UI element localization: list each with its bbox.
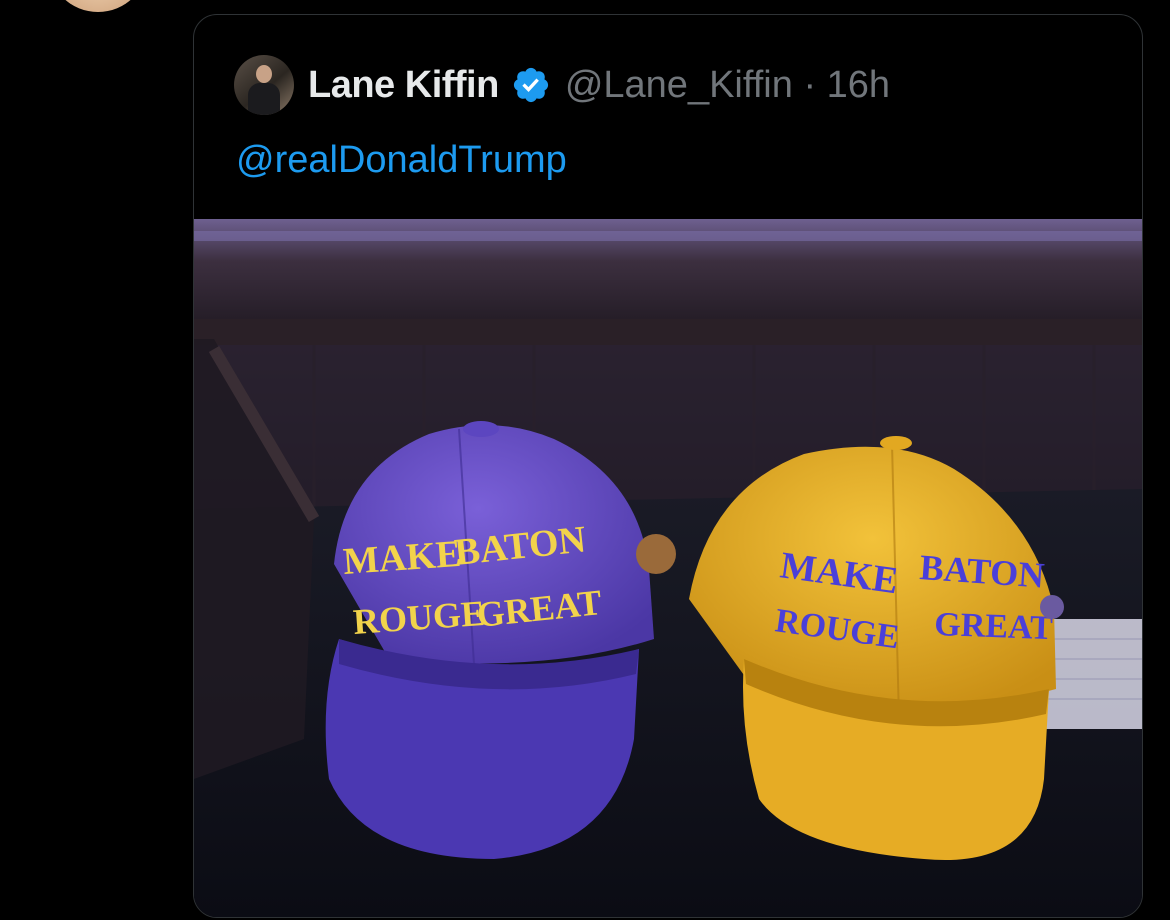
photo-two-caps: MAKE BATON ROUGE GREAT MAKE BATON ROUGE … (194, 219, 1142, 917)
quote-tweet-card[interactable]: Lane Kiffin @Lane_Kiffin · 16h @realDona… (193, 14, 1143, 918)
author-avatar[interactable] (234, 55, 294, 115)
author-handle[interactable]: @Lane_Kiffin · 16h (565, 64, 890, 107)
svg-text:GREAT: GREAT (934, 606, 1054, 647)
timestamp[interactable]: 16h (827, 64, 890, 106)
quote-text-mention[interactable]: @realDonaldTrump (236, 139, 567, 182)
author-name[interactable]: Lane Kiffin (308, 64, 499, 107)
parent-avatar[interactable] (48, 0, 148, 12)
tweet-photo[interactable]: MAKE BATON ROUGE GREAT MAKE BATON ROUGE … (194, 219, 1142, 917)
svg-text:MAKE: MAKE (342, 533, 463, 583)
verified-badge-icon (513, 67, 548, 103)
quote-header: Lane Kiffin @Lane_Kiffin · 16h (234, 55, 890, 115)
